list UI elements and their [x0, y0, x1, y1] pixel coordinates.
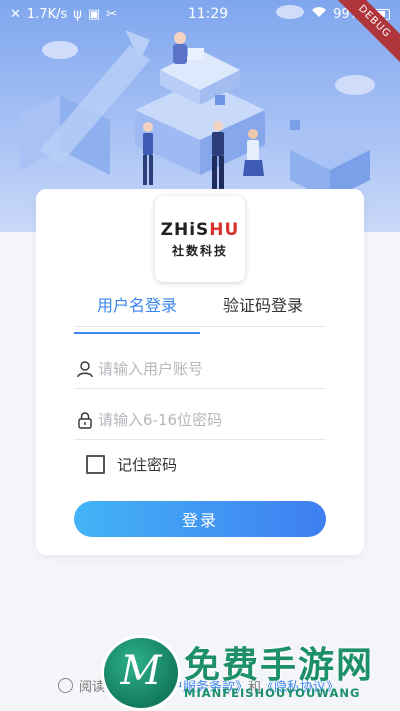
user-icon — [74, 358, 96, 380]
watermark-title: 免费手游网 — [184, 645, 375, 686]
sim-icon: ▣ — [87, 6, 101, 22]
lock-icon — [74, 409, 96, 431]
remember-password[interactable]: 记住密码 — [86, 454, 177, 475]
remember-checkbox[interactable] — [86, 455, 105, 474]
tab-code-login[interactable]: 验证码登录 — [200, 293, 326, 326]
app-logo: ZHiSHU 社数科技 — [155, 196, 245, 282]
login-card: ZHiSHU 社数科技 用户名登录 验证码登录 记住密码 登录 — [36, 189, 364, 555]
watermark-badge: M — [104, 638, 178, 708]
site-watermark: M 免费手游网 MIANFEISHOUYOUWANG — [104, 632, 400, 711]
wifi-icon — [311, 6, 327, 22]
tools-icon: ✂ — [106, 6, 118, 22]
usb-icon: ψ — [73, 6, 82, 22]
login-method-tabs: 用户名登录 验证码登录 — [74, 293, 326, 334]
status-time: 11:29 — [187, 6, 229, 22]
password-input[interactable] — [98, 410, 318, 429]
status-bar: ✕ 1.7K/s ψ ▣ ✂ 11:29 99% — [0, 0, 400, 28]
logo-chinese-name: 社数科技 — [171, 243, 228, 258]
watermark-letter: M — [120, 648, 162, 694]
agreement-radio[interactable] — [58, 678, 73, 693]
network-speed: 1.7K/s — [26, 6, 68, 22]
login-button[interactable]: 登录 — [74, 501, 326, 537]
watermark-subtitle: MIANFEISHOUYOUWANG — [184, 686, 361, 700]
username-field — [74, 349, 326, 389]
username-input[interactable] — [98, 359, 318, 378]
password-field — [74, 400, 326, 440]
logo-wordmark: ZHiSHU — [160, 219, 240, 240]
no-sim-icon: ✕ — [10, 6, 21, 22]
tab-username-login[interactable]: 用户名登录 — [74, 293, 200, 334]
remember-label: 记住密码 — [117, 456, 178, 474]
